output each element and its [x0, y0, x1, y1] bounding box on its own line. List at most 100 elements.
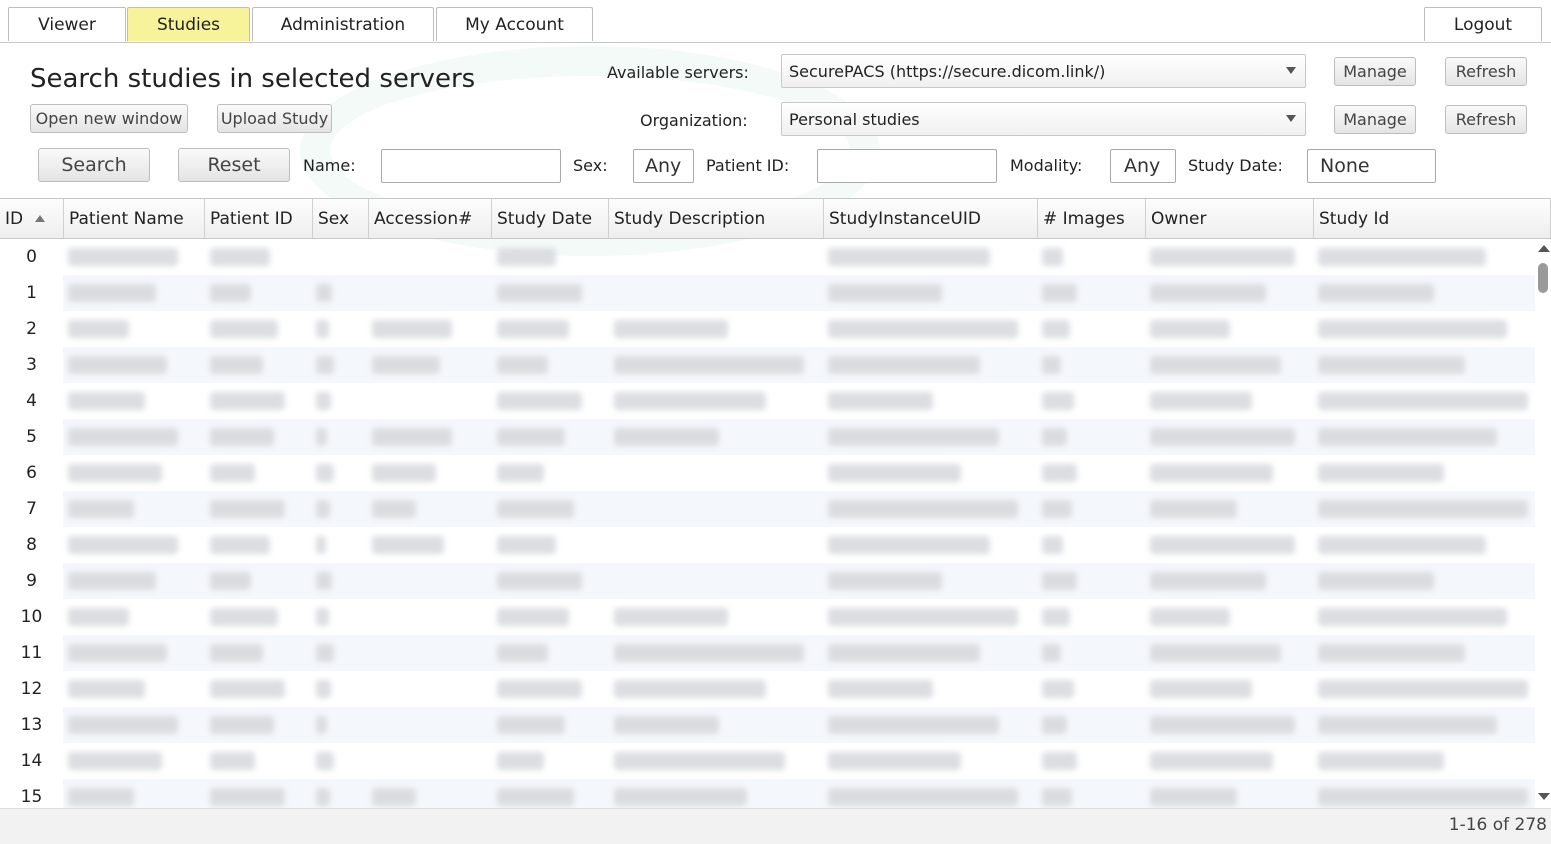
- redacted-cell: [828, 248, 990, 266]
- redacted-cell: [68, 320, 129, 338]
- reset-button[interactable]: Reset: [178, 148, 290, 182]
- row-id-cell: 10: [0, 599, 63, 635]
- manage-organization-button[interactable]: Manage: [1334, 105, 1416, 134]
- available-servers-select[interactable]: SecurePACS (https://secure.dicom.link/): [781, 54, 1306, 88]
- column-header-patient-name[interactable]: Patient Name: [64, 199, 205, 238]
- logout-button[interactable]: Logout: [1424, 7, 1542, 41]
- redacted-cell: [68, 500, 134, 518]
- redacted-cell: [372, 500, 416, 518]
- redacted-cell: [210, 644, 263, 662]
- redacted-cell: [828, 284, 942, 302]
- table-row[interactable]: 15: [0, 779, 1535, 809]
- table-row[interactable]: 14: [0, 743, 1535, 779]
- table-row[interactable]: 7: [0, 491, 1535, 527]
- row-id-cell: 9: [0, 563, 63, 599]
- column-header-owner[interactable]: Owner: [1146, 199, 1314, 238]
- row-id-cell: 2: [0, 311, 63, 347]
- redacted-cell: [828, 392, 933, 410]
- redacted-cell: [210, 248, 270, 266]
- redacted-cell: [497, 320, 569, 338]
- main-tab-bar: Viewer Studies Administration My Account…: [0, 0, 1551, 43]
- tab-viewer[interactable]: Viewer: [8, 7, 126, 41]
- redacted-cell: [210, 572, 251, 590]
- column-header-study-instance-uid[interactable]: StudyInstanceUID: [824, 199, 1038, 238]
- table-row[interactable]: 3: [0, 347, 1535, 383]
- redacted-cell: [68, 572, 156, 590]
- redacted-cell: [1150, 320, 1230, 338]
- name-label: Name:: [303, 156, 356, 175]
- modality-select[interactable]: Any: [1110, 149, 1176, 183]
- redacted-cell: [1150, 248, 1295, 266]
- table-row[interactable]: 2: [0, 311, 1535, 347]
- redacted-cell: [316, 284, 332, 302]
- redacted-cell: [372, 356, 440, 374]
- open-new-window-button[interactable]: Open new window: [30, 104, 188, 133]
- tab-my-account[interactable]: My Account: [436, 7, 593, 41]
- redacted-cell: [1318, 248, 1486, 266]
- redacted-cell: [1318, 788, 1528, 806]
- table-row[interactable]: 1: [0, 275, 1535, 311]
- redacted-cell: [1150, 536, 1295, 554]
- column-header-images[interactable]: # Images: [1038, 199, 1146, 238]
- redacted-cell: [1318, 356, 1465, 374]
- sex-select[interactable]: Any: [633, 149, 694, 183]
- redacted-cell: [497, 608, 569, 626]
- redacted-cell: [1318, 716, 1497, 734]
- manage-servers-button[interactable]: Manage: [1334, 57, 1416, 86]
- redacted-cell: [614, 428, 719, 446]
- tab-administration[interactable]: Administration: [252, 7, 434, 41]
- table-row[interactable]: 5: [0, 419, 1535, 455]
- table-row[interactable]: 8: [0, 527, 1535, 563]
- vertical-scrollbar[interactable]: [1535, 239, 1551, 808]
- table-row[interactable]: 10: [0, 599, 1535, 635]
- redacted-cell: [1042, 608, 1070, 626]
- redacted-cell: [1150, 680, 1252, 698]
- redacted-cell: [828, 464, 961, 482]
- redacted-cell: [1150, 428, 1295, 446]
- scroll-up-icon[interactable]: [1538, 245, 1550, 252]
- upload-study-button[interactable]: Upload Study: [217, 104, 332, 133]
- redacted-cell: [210, 716, 274, 734]
- redacted-cell: [1150, 644, 1281, 662]
- table-row[interactable]: 13: [0, 707, 1535, 743]
- column-header-study-date[interactable]: Study Date: [492, 199, 609, 238]
- redacted-cell: [316, 716, 327, 734]
- modality-label: Modality:: [1010, 156, 1083, 175]
- search-button[interactable]: Search: [38, 148, 150, 182]
- patient-id-input[interactable]: [817, 149, 997, 183]
- table-row[interactable]: 4: [0, 383, 1535, 419]
- column-header-study-id[interactable]: Study Id: [1314, 199, 1551, 238]
- redacted-cell: [1318, 392, 1528, 410]
- redacted-cell: [614, 392, 766, 410]
- redacted-cell: [828, 572, 942, 590]
- table-row[interactable]: 6: [0, 455, 1535, 491]
- study-date-select[interactable]: None: [1307, 149, 1436, 183]
- refresh-servers-button[interactable]: Refresh: [1445, 57, 1527, 86]
- tab-studies[interactable]: Studies: [127, 7, 250, 41]
- table-row[interactable]: 11: [0, 635, 1535, 671]
- redacted-cell: [1318, 320, 1507, 338]
- table-row[interactable]: 12: [0, 671, 1535, 707]
- scroll-down-icon[interactable]: [1538, 793, 1550, 800]
- redacted-cell: [210, 428, 274, 446]
- column-header-id[interactable]: ID: [0, 199, 64, 238]
- table-row[interactable]: 9: [0, 563, 1535, 599]
- row-id-cell: 4: [0, 383, 63, 419]
- redacted-cell: [614, 320, 728, 338]
- redacted-cell: [372, 536, 444, 554]
- grid-footer: 1-16 of 278: [0, 808, 1551, 844]
- study-date-label: Study Date:: [1188, 156, 1283, 175]
- table-row[interactable]: 0: [0, 239, 1535, 275]
- refresh-organization-button[interactable]: Refresh: [1445, 105, 1527, 134]
- redacted-cell: [1042, 464, 1077, 482]
- redacted-cell: [614, 608, 728, 626]
- column-header-accession[interactable]: Accession#: [369, 199, 492, 238]
- organization-select[interactable]: Personal studies: [781, 102, 1306, 136]
- redacted-cell: [316, 320, 329, 338]
- column-header-sex[interactable]: Sex: [313, 199, 369, 238]
- redacted-cell: [497, 644, 548, 662]
- scrollbar-thumb[interactable]: [1538, 263, 1548, 293]
- column-header-patient-id[interactable]: Patient ID: [205, 199, 313, 238]
- name-input[interactable]: [381, 149, 561, 183]
- column-header-study-description[interactable]: Study Description: [609, 199, 824, 238]
